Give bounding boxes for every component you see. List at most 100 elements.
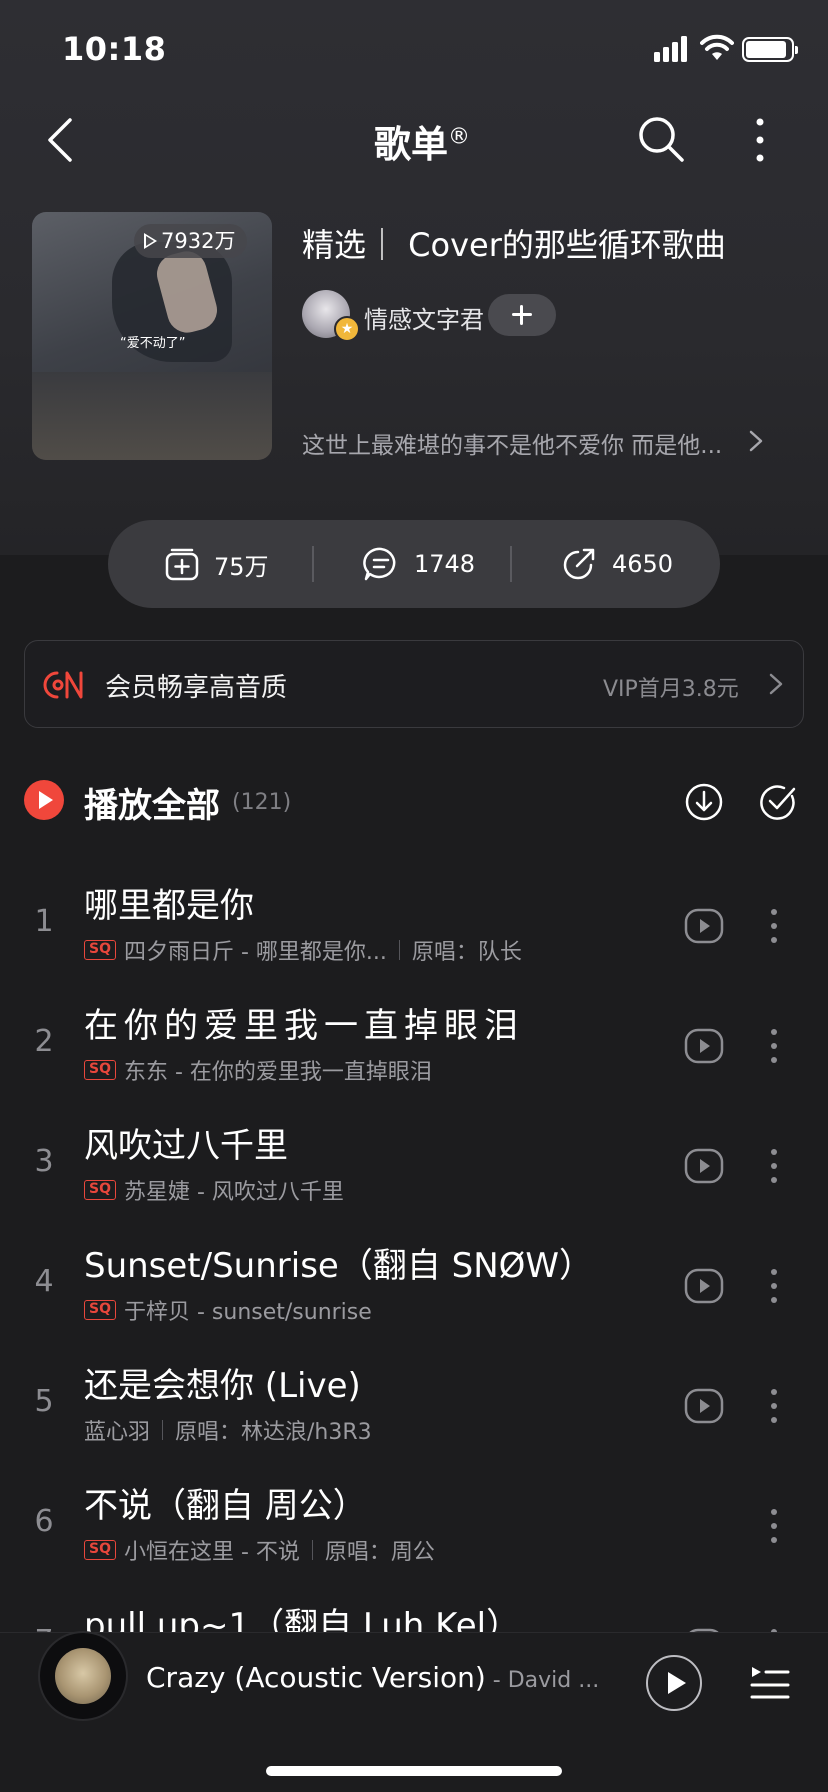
mv-play-icon[interactable] [684,1268,724,1304]
play-all-row: 播放全部 (121) [24,780,804,838]
multi-select-icon[interactable] [758,782,798,822]
more-vertical-icon[interactable] [762,1266,786,1306]
song-title[interactable]: 风吹过八千里 [84,1118,288,1167]
page-title: 歌单® [374,123,470,166]
original-singer: 原唱：林达浪/h3R3 [175,1420,372,1445]
song-row[interactable]: 2 在你的爱里我一直掉眼泪 SQ 东东 - 在你的爱里我一直掉眼泪 [0,988,828,1108]
play-pause-button[interactable] [646,1655,702,1711]
collect-count: 75万 [214,552,269,581]
song-index: 6 [34,1504,54,1539]
song-artist-album: 于梓贝 - sunset/sunrise [123,1300,372,1325]
mini-player[interactable]: Crazy (Acoustic Version) - David ... [0,1632,828,1722]
chevron-right-icon[interactable] [746,426,766,456]
song-row[interactable]: 1 哪里都是你 SQ 四夕雨日斤 - 哪里都是你... 原唱：队长 [0,868,828,988]
play-all-button[interactable]: 播放全部 [84,778,220,827]
comments-button[interactable]: 1748 [362,520,475,608]
sq-badge: SQ [84,1540,116,1560]
add-collection-icon [165,548,199,581]
more-vertical-icon[interactable] [762,1506,786,1546]
more-vertical-icon[interactable] [762,1386,786,1426]
song-artist-album: 东东 - 在你的爱里我一直掉眼泪 [123,1060,432,1085]
song-index: 3 [34,1144,54,1179]
vip-star-badge-icon: ★ [334,316,360,342]
mv-play-icon[interactable] [684,1028,724,1064]
follow-button[interactable] [488,294,556,336]
share-button[interactable]: 4650 [560,520,673,608]
mv-play-icon[interactable] [684,908,724,944]
subtitle-divider [162,1420,164,1440]
song-subtitle: SQ 苏星婕 - 风吹过八千里 [84,1174,344,1206]
song-title[interactable]: 在你的爱里我一直掉眼泪 [84,998,524,1047]
play-count-badge: 7932万 [134,224,248,258]
song-title[interactable]: Sunset/Sunrise（翻自 SNØW） [84,1238,593,1287]
now-playing-title[interactable]: Crazy (Acoustic Version) - David ... [146,1661,599,1694]
song-artist-album: 小恒在这里 - 不说 [123,1540,300,1565]
wifi-icon [700,34,734,60]
song-index: 2 [34,1024,54,1059]
mv-play-icon[interactable] [684,1388,724,1424]
vip-logo-icon [43,671,83,699]
cover-art-ground [32,372,272,460]
chevron-right-icon [769,673,783,695]
stats-bar: 75万 1748 4650 [108,520,720,608]
more-vertical-icon[interactable] [762,1146,786,1186]
collect-button[interactable]: 75万 [164,520,269,608]
registered-mark: ® [448,124,470,150]
mv-play-icon[interactable] [684,1148,724,1184]
now-playing-disc[interactable] [40,1633,126,1719]
back-arrow-icon[interactable] [40,112,84,168]
vip-promo-bar[interactable]: 会员畅享高音质 VIP首月3.8元 [24,640,804,728]
play-count-value: 7932万 [161,229,236,253]
search-icon[interactable] [636,114,688,166]
playlist-cover[interactable]: “爱不动了” 7932万 [32,212,272,460]
cellular-signal-icon [654,36,687,62]
sq-badge: SQ [84,940,116,960]
more-vertical-icon[interactable] [762,1026,786,1066]
song-title[interactable]: 不说（翻自 周公） [84,1478,367,1527]
home-indicator [266,1766,562,1776]
song-row[interactable]: 3 风吹过八千里 SQ 苏星婕 - 风吹过八千里 [0,1108,828,1228]
stats-divider [510,546,512,582]
creator-name[interactable]: 情感文字君 [364,300,484,335]
play-count-icon [144,233,157,249]
vip-label: 会员畅享高音质 [105,673,288,703]
song-subtitle: SQ 东东 - 在你的爱里我一直掉眼泪 [84,1054,432,1086]
song-row[interactable]: 5 还是会想你 (Live) 蓝心羽 原唱：林达浪/h3R3 [0,1348,828,1468]
song-row[interactable]: 6 不说（翻自 周公） SQ 小恒在这里 - 不说 原唱：周公 [0,1468,828,1588]
song-index: 5 [34,1384,54,1419]
playlist-description[interactable]: 这世上最难堪的事不是他不爱你 而是他... [302,426,722,460]
song-artist-album: 蓝心羽 [84,1420,151,1445]
status-time: 10:18 [62,30,167,68]
song-subtitle: SQ 小恒在这里 - 不说 原唱：周公 [84,1534,435,1566]
now-playing-artwork [55,1648,111,1704]
subtitle-divider [311,1540,313,1560]
song-row[interactable]: 4 Sunset/Sunrise（翻自 SNØW） SQ 于梓贝 - sunse… [0,1228,828,1348]
song-artist-album: 苏星婕 - 风吹过八千里 [123,1180,344,1205]
song-title[interactable]: 还是会想你 (Live) [84,1358,361,1407]
song-title[interactable]: 哪里都是你 [84,878,254,927]
download-icon[interactable] [684,782,724,822]
playlist-queue-icon[interactable] [748,1659,792,1703]
status-bar: 10:18 [0,0,828,100]
share-icon [563,548,595,580]
battery-icon [742,37,798,62]
comment-icon [363,547,396,581]
more-vertical-icon[interactable] [762,906,786,946]
song-artist-album: 四夕雨日斤 - 哪里都是你... [123,940,387,965]
sq-badge: SQ [84,1060,116,1080]
song-index: 4 [34,1264,54,1299]
song-count: (121) [232,790,292,815]
song-subtitle: SQ 四夕雨日斤 - 哪里都是你... 原唱：队长 [84,934,522,966]
original-singer: 原唱：周公 [324,1540,435,1565]
sq-badge: SQ [84,1300,116,1320]
share-count: 4650 [612,550,674,578]
original-singer: 原唱：队长 [411,940,522,965]
play-all-icon[interactable] [24,780,64,820]
song-index: 1 [34,904,54,939]
playlist-title: 精选｜ Cover的那些循环歌曲 [302,226,726,264]
subtitle-divider [398,940,400,960]
now-playing-artist: - David ... [485,1668,600,1693]
song-subtitle: SQ 于梓贝 - sunset/sunrise [84,1294,372,1326]
song-subtitle: 蓝心羽 原唱：林达浪/h3R3 [84,1414,372,1446]
more-vertical-icon[interactable] [740,114,780,166]
